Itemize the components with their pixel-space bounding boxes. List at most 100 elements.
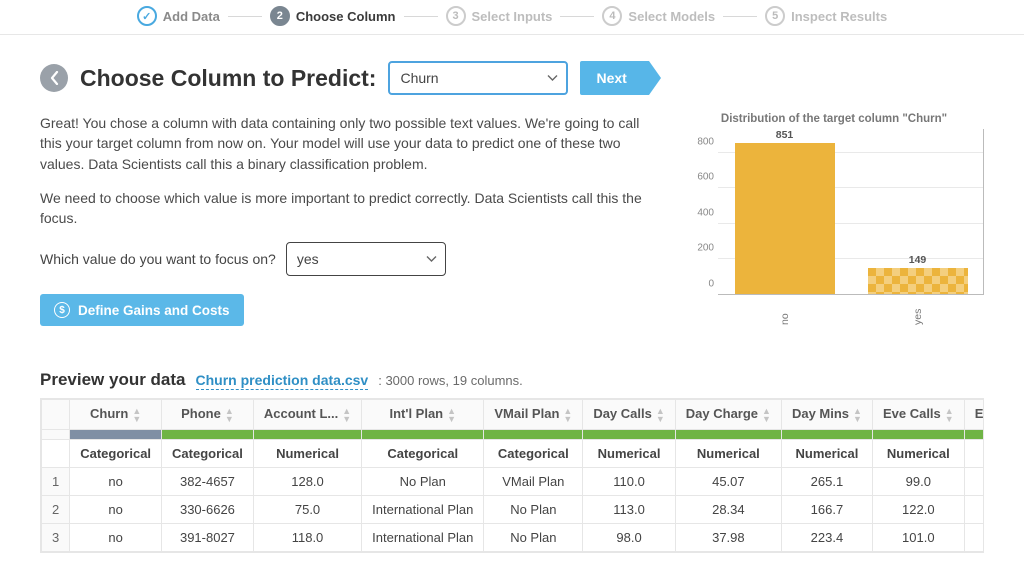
page-header: Choose Column to Predict: Churn Next [40,61,984,95]
step-separator [560,16,594,17]
column-type: Numerical [781,440,872,468]
step-separator [228,16,262,17]
column-stripe [872,430,964,440]
data-preview-table[interactable]: Churn ▲▼ Phone ▲▼ Account L...▲▼Int'l Plan▲▼… [40,398,984,553]
step-3[interactable]: 3Select Inputs [446,6,553,26]
step-2[interactable]: 2Choose Column [270,6,396,26]
table-corner [42,400,70,430]
cell: International Plan [362,496,484,524]
cell: 37.98 [675,524,781,552]
cell: no [70,496,162,524]
target-column-select[interactable]: Churn [388,61,568,95]
sort-icon: ▲▼ [225,407,234,423]
step-1[interactable]: ✓Add Data [137,6,220,26]
types-corner [42,440,70,468]
explanation-para-2: We need to choose which value is more im… [40,188,654,229]
column-stripe [583,430,675,440]
bars-area: 851149 [718,135,984,295]
cell: 18. [964,524,984,552]
dollar-icon: $ [54,302,70,318]
next-button-label: Next [596,70,626,86]
bar [868,268,968,294]
step-4[interactable]: 4Select Models [602,6,715,26]
cell: 28.34 [675,496,781,524]
cell: 99.0 [872,468,964,496]
sort-icon: ▲▼ [563,407,572,423]
column-header[interactable]: Account L...▲▼ [253,400,361,430]
step-label: Select Models [628,9,715,24]
xlabel: no [779,299,791,325]
bar-col-yes: 149 [868,268,968,294]
column-stripe [964,430,984,440]
bar-value-label: 851 [776,129,794,141]
column-header[interactable]: Day Mins▲▼ [781,400,872,430]
chart-title: Distribution of the target column "Churn… [684,113,984,125]
column-header[interactable]: Churn ▲▼ [70,400,162,430]
column-name: VMail Plan [494,406,559,421]
back-button[interactable] [40,64,68,92]
preview-header: Preview your data Churn prediction data.… [40,370,984,390]
cell: 45.07 [675,468,781,496]
bar-value-label: 149 [909,254,927,266]
cell: 223.4 [781,524,872,552]
file-link[interactable]: Churn prediction data.csv [196,372,369,390]
step-label: Add Data [163,9,220,24]
focus-value-select[interactable]: yes [286,242,446,276]
step-5[interactable]: 5Inspect Results [765,6,887,26]
xlabel: yes [912,299,924,325]
column-header[interactable]: VMail Plan ▲▼ [484,400,583,430]
column-header[interactable]: Eve Cha▲▼ [964,400,984,430]
cell: No Plan [484,496,583,524]
column-stripe [362,430,484,440]
sort-icon: ▲▼ [853,407,862,423]
column-header[interactable]: Day Calls▲▼ [583,400,675,430]
sort-icon: ▲▼ [945,407,954,423]
column-stripe [675,430,781,440]
column-name: Churn [90,406,128,421]
bar [735,143,835,294]
column-header[interactable]: Eve Calls▲▼ [872,400,964,430]
cell: 391-8027 [162,524,254,552]
row-number: 3 [42,524,70,552]
row-number: 2 [42,496,70,524]
explanation-panel: Great! You chose a column with data cont… [40,113,654,326]
column-type: Numerical [253,440,361,468]
cell: No Plan [484,524,583,552]
sort-icon: ▲▼ [656,407,665,423]
cell: No Plan [362,468,484,496]
step-separator [404,16,438,17]
step-separator [723,16,757,17]
cell: 98.0 [583,524,675,552]
cell: no [70,468,162,496]
ytick-label: 400 [684,207,714,218]
cell: 110.0 [583,468,675,496]
column-header[interactable]: Phone ▲▼ [162,400,254,430]
cell: 128.0 [253,468,361,496]
column-type: Nume [964,440,984,468]
sort-icon: ▲▼ [132,407,141,423]
define-gains-costs-button[interactable]: $ Define Gains and Costs [40,294,244,326]
stripe-corner [42,430,70,440]
column-header[interactable]: Day Charge▲▼ [675,400,781,430]
column-stripe [162,430,254,440]
next-button[interactable]: Next [580,61,648,95]
column-stripe [70,430,162,440]
column-stripe [253,430,361,440]
column-type: Categorical [162,440,254,468]
ytick-label: 600 [684,172,714,183]
column-type: Numerical [872,440,964,468]
ytick-label: 200 [684,243,714,254]
chevron-left-icon [50,71,59,85]
column-header[interactable]: Int'l Plan▲▼ [362,400,484,430]
cell: 122.0 [872,496,964,524]
define-gains-costs-label: Define Gains and Costs [78,303,230,318]
chevron-down-icon [426,256,437,263]
row-number: 1 [42,468,70,496]
sort-icon: ▲▼ [447,407,456,423]
cell: International Plan [362,524,484,552]
column-name: Phone [181,406,221,421]
step-circle: 3 [446,6,466,26]
target-column-value: Churn [400,70,438,86]
preview-meta: : 3000 rows, 19 columns. [378,373,523,388]
column-type: Categorical [362,440,484,468]
